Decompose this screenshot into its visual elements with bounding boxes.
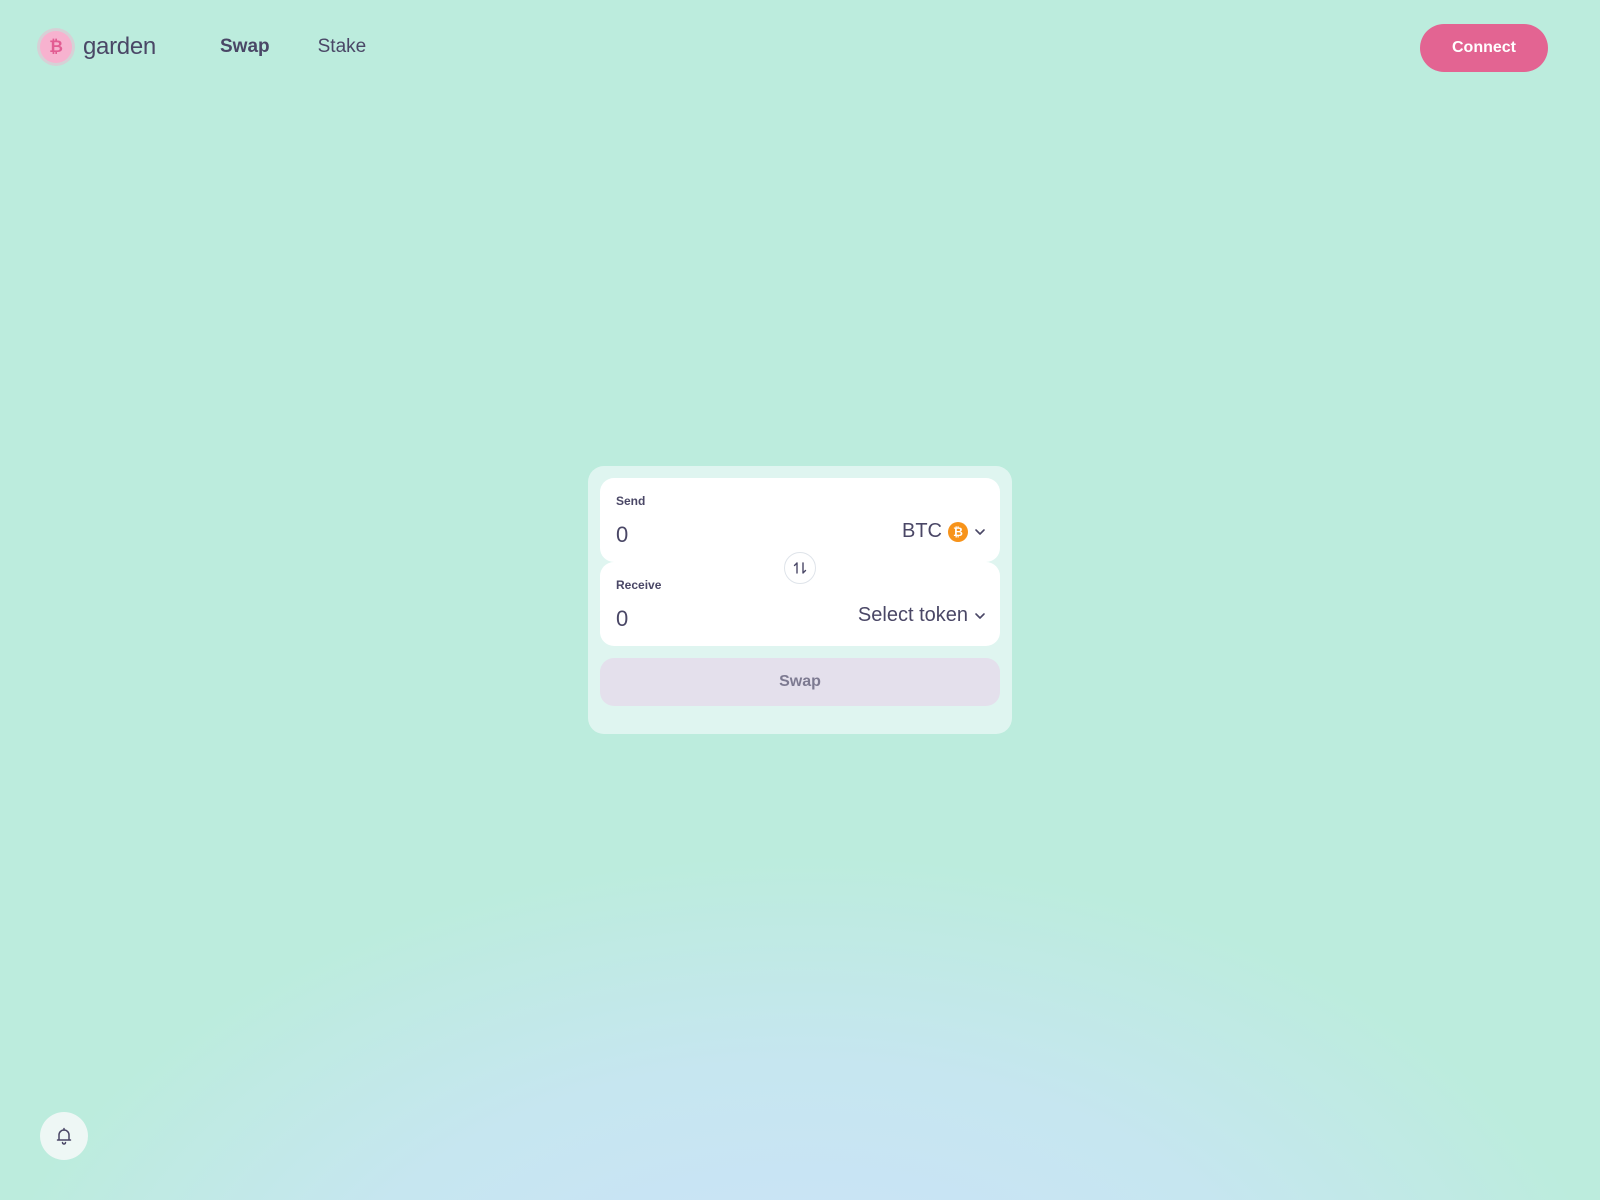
send-label: Send [616, 494, 646, 508]
swap-button[interactable]: Swap [600, 658, 1000, 706]
send-amount-input[interactable] [616, 522, 816, 548]
send-panel: Send BTC ₿ [600, 478, 1000, 562]
notifications-button[interactable] [40, 1112, 88, 1160]
send-token-selector[interactable]: BTC ₿ [902, 520, 986, 543]
nav-swap[interactable]: Swap [220, 36, 270, 58]
top-bar: ₿ garden Swap Stake Connect [0, 0, 1600, 96]
switch-tokens-button[interactable] [784, 552, 816, 584]
main-nav: Swap Stake [220, 36, 366, 58]
chevron-down-icon [975, 612, 985, 619]
brand-name: garden [83, 33, 156, 60]
chevron-down-icon [975, 528, 985, 535]
nav-stake[interactable]: Stake [318, 36, 367, 58]
bell-icon [56, 1127, 72, 1145]
logo[interactable]: ₿ garden [40, 31, 156, 63]
receive-token-label: Select token [857, 604, 968, 626]
receive-token-selector[interactable]: Select token [858, 604, 986, 627]
connect-button[interactable]: Connect [1420, 24, 1548, 72]
swap-vertical-icon [793, 562, 807, 574]
swap-card: Send BTC ₿ Receive Select token Swap [588, 466, 1012, 734]
bitcoin-logo-icon: ₿ [40, 31, 72, 63]
bitcoin-icon: ₿ [948, 521, 968, 542]
send-token-symbol: BTC [902, 520, 942, 542]
receive-amount-input[interactable] [616, 606, 816, 632]
